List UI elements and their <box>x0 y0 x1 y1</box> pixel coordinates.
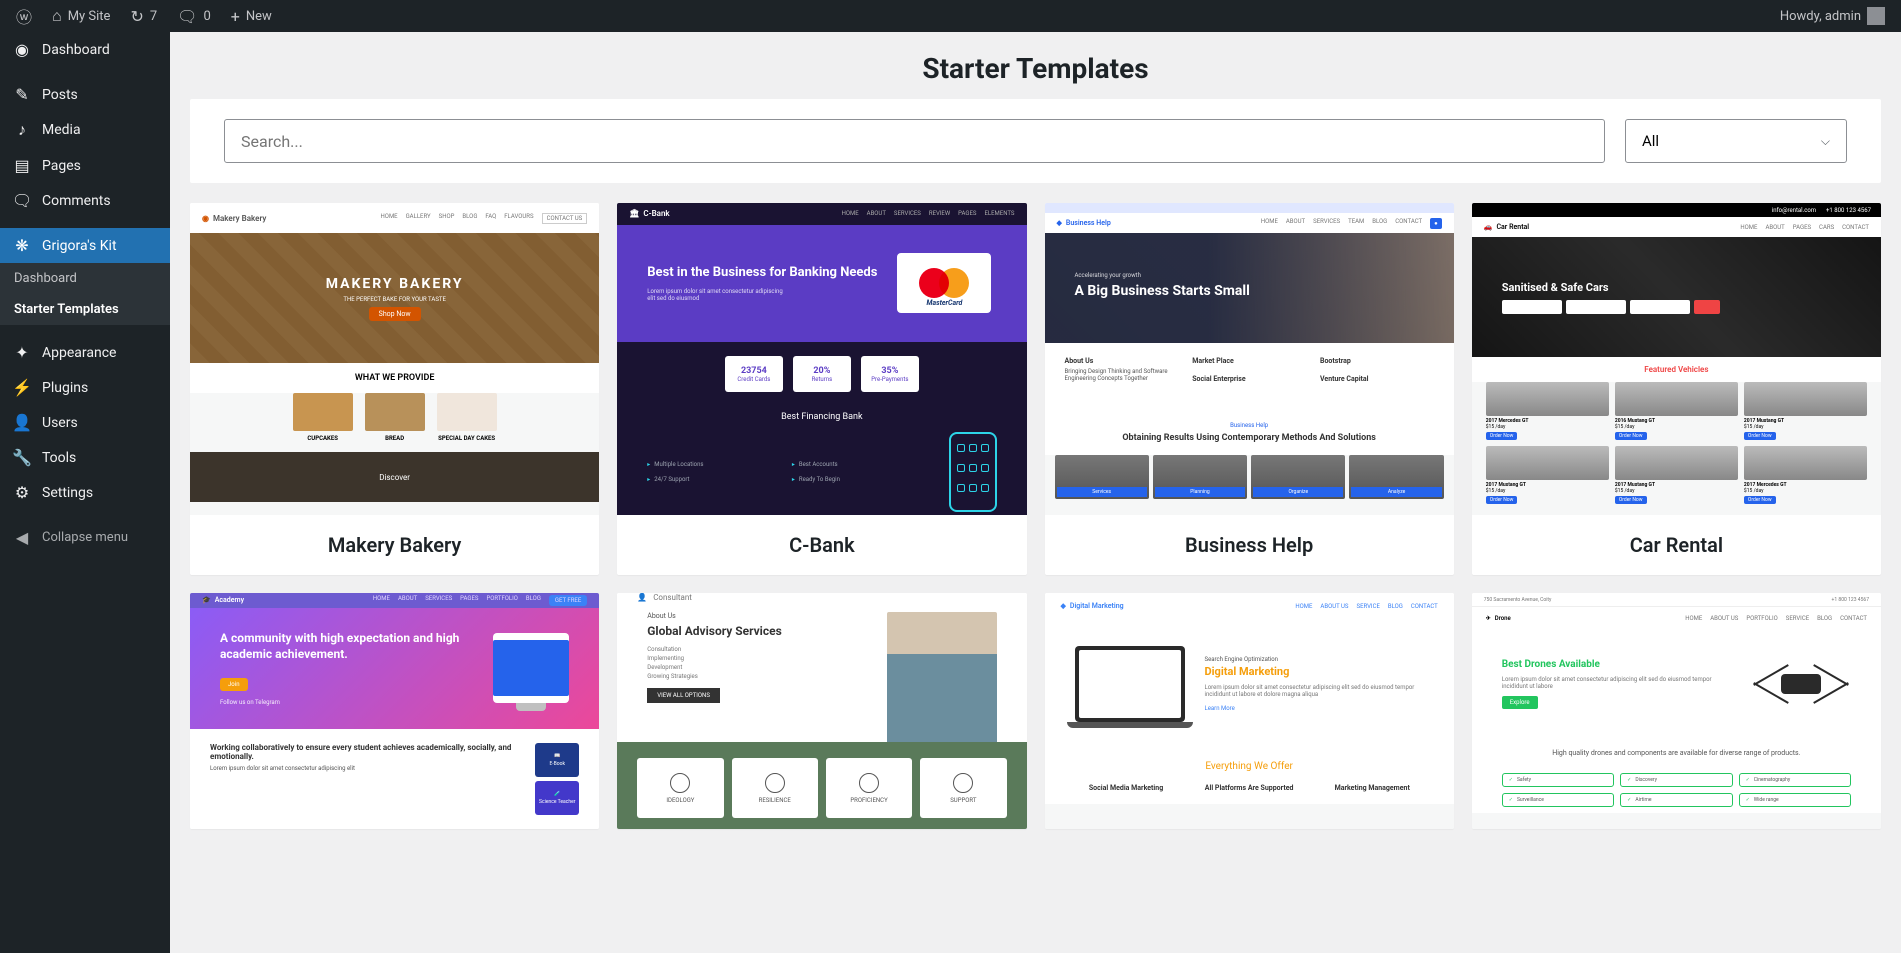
comments-count: 0 <box>203 9 210 24</box>
sidebar-item-dashboard[interactable]: ◉ Dashboard <box>0 32 170 67</box>
howdy-text: Howdy, admin <box>1780 9 1861 24</box>
sidebar-item-label: Users <box>42 415 78 431</box>
template-card-drone[interactable]: 750 Sacramento Avenue, Coity+1 800 123 4… <box>1472 593 1881 829</box>
page-title: Starter Templates <box>170 32 1901 99</box>
collapse-menu[interactable]: ◀ Collapse menu <box>0 520 170 555</box>
submenu-item-dashboard[interactable]: Dashboard <box>0 263 170 294</box>
new-content-link[interactable]: + New <box>223 0 280 32</box>
template-thumb: 👤Consultant About UsGlobal Advisory Serv… <box>617 593 1026 829</box>
plus-icon: + <box>231 7 240 26</box>
sidebar-item-pages[interactable]: ▤ Pages <box>0 148 170 183</box>
dashboard-icon: ◉ <box>12 40 32 59</box>
updates-icon: ↻ <box>130 7 143 26</box>
updates-link[interactable]: ↻7 <box>122 0 165 32</box>
template-thumb: 🏛 C-BankHomeAboutServicesReviewPagesElem… <box>617 203 1026 515</box>
grigora-icon: ❋ <box>12 236 32 255</box>
template-card-academy[interactable]: 🎓 AcademyHomeAboutServicesPagesPortfolio… <box>190 593 599 829</box>
sidebar-item-label: Tools <box>42 450 76 466</box>
template-card-makery-bakery[interactable]: ◉Makery BakeryHOMEGALLERYSHOPBLOGFAQFLAV… <box>190 203 599 575</box>
template-card-business-help[interactable]: ◆ Business HelpHOMEABOUTSERVICESTEAMBLOG… <box>1045 203 1454 575</box>
sidebar-item-settings[interactable]: ⚙ Settings <box>0 475 170 510</box>
template-card-consultant[interactable]: 👤Consultant About UsGlobal Advisory Serv… <box>617 593 1026 829</box>
sidebar-item-label: Dashboard <box>42 42 110 58</box>
template-name: Car Rental <box>1472 515 1881 575</box>
pin-icon: ✎ <box>12 85 32 104</box>
sidebar-item-label: Settings <box>42 485 93 501</box>
tools-icon: 🔧 <box>12 448 32 467</box>
avatar-icon <box>1867 7 1885 25</box>
collapse-label: Collapse menu <box>42 530 128 545</box>
wp-logo[interactable]: ⓦ <box>8 0 40 32</box>
template-thumb: 750 Sacramento Avenue, Coity+1 800 123 4… <box>1472 593 1881 829</box>
sidebar-item-label: Comments <box>42 193 111 209</box>
users-icon: 👤 <box>12 413 32 432</box>
template-name: Business Help <box>1045 515 1454 575</box>
sidebar-item-grigoras-kit[interactable]: ❋ Grigora's Kit <box>0 228 170 263</box>
site-name-link[interactable]: ⌂ My Site <box>44 0 118 32</box>
sidebar-item-label: Grigora's Kit <box>42 238 117 254</box>
sidebar-item-label: Pages <box>42 158 81 174</box>
appearance-icon: ✦ <box>12 343 32 362</box>
comment-icon: 🗨 <box>12 191 32 210</box>
template-card-car-rental[interactable]: info@rental.com+1 800 123 4567 🚗 Car Ren… <box>1472 203 1881 575</box>
sidebar-item-tools[interactable]: 🔧 Tools <box>0 440 170 475</box>
search-panel: All ⌵ <box>190 99 1881 183</box>
sidebar-item-comments[interactable]: 🗨 Comments <box>0 183 170 218</box>
media-icon: ♪ <box>12 120 32 140</box>
settings-icon: ⚙ <box>12 483 32 502</box>
template-thumb: info@rental.com+1 800 123 4567 🚗 Car Ren… <box>1472 203 1881 515</box>
chevron-down-icon: ⌵ <box>1821 134 1830 149</box>
template-card-digital-marketing[interactable]: ◆ Digital MarketingHOMEABOUT USSERVICEBL… <box>1045 593 1454 829</box>
site-name: My Site <box>68 9 111 24</box>
template-card-c-bank[interactable]: 🏛 C-BankHomeAboutServicesReviewPagesElem… <box>617 203 1026 575</box>
sidebar-item-posts[interactable]: ✎ Posts <box>0 77 170 112</box>
sidebar-item-label: Plugins <box>42 380 88 396</box>
submenu: Dashboard Starter Templates <box>0 263 170 325</box>
comments-link[interactable]: 🗨0 <box>169 0 219 32</box>
templates-grid: ◉Makery BakeryHOMEGALLERYSHOPBLOGFAQFLAV… <box>190 203 1881 829</box>
filter-value: All <box>1642 132 1659 150</box>
updates-count: 7 <box>150 9 157 24</box>
my-account-link[interactable]: Howdy, admin <box>1772 0 1893 32</box>
sidebar-item-appearance[interactable]: ✦ Appearance <box>0 335 170 370</box>
sidebar-item-label: Media <box>42 122 81 138</box>
comment-icon: 🗨 <box>177 7 197 26</box>
sidebar-item-media[interactable]: ♪ Media <box>0 112 170 148</box>
template-name: Makery Bakery <box>190 515 599 575</box>
sidebar-item-label: Appearance <box>42 345 116 361</box>
new-label: New <box>246 9 272 24</box>
template-thumb: ◆ Digital MarketingHOMEABOUT USSERVICEBL… <box>1045 593 1454 829</box>
admin-bar: ⓦ ⌂My Site ↻7 🗨0 +New Howdy, admin <box>0 0 1901 32</box>
home-icon: ⌂ <box>52 6 62 26</box>
main-content: Starter Templates All ⌵ ◉Makery BakeryHO… <box>170 32 1901 953</box>
template-thumb: ◉Makery BakeryHOMEGALLERYSHOPBLOGFAQFLAV… <box>190 203 599 515</box>
template-thumb: ◆ Business HelpHOMEABOUTSERVICESTEAMBLOG… <box>1045 203 1454 515</box>
plugins-icon: ⚡ <box>12 378 32 397</box>
collapse-icon: ◀ <box>12 528 32 547</box>
pages-icon: ▤ <box>12 156 32 175</box>
admin-sidebar: ◉ Dashboard ✎ Posts ♪ Media ▤ Pages 🗨 Comment… <box>0 32 170 953</box>
submenu-item-starter-templates[interactable]: Starter Templates <box>0 294 170 325</box>
search-input[interactable] <box>224 119 1605 163</box>
filter-select[interactable]: All ⌵ <box>1625 119 1847 163</box>
sidebar-item-users[interactable]: 👤 Users <box>0 405 170 440</box>
sidebar-item-label: Posts <box>42 87 78 103</box>
wordpress-icon: ⓦ <box>16 4 32 28</box>
sidebar-item-plugins[interactable]: ⚡ Plugins <box>0 370 170 405</box>
template-name: C-Bank <box>617 515 1026 575</box>
template-thumb: 🎓 AcademyHomeAboutServicesPagesPortfolio… <box>190 593 599 829</box>
